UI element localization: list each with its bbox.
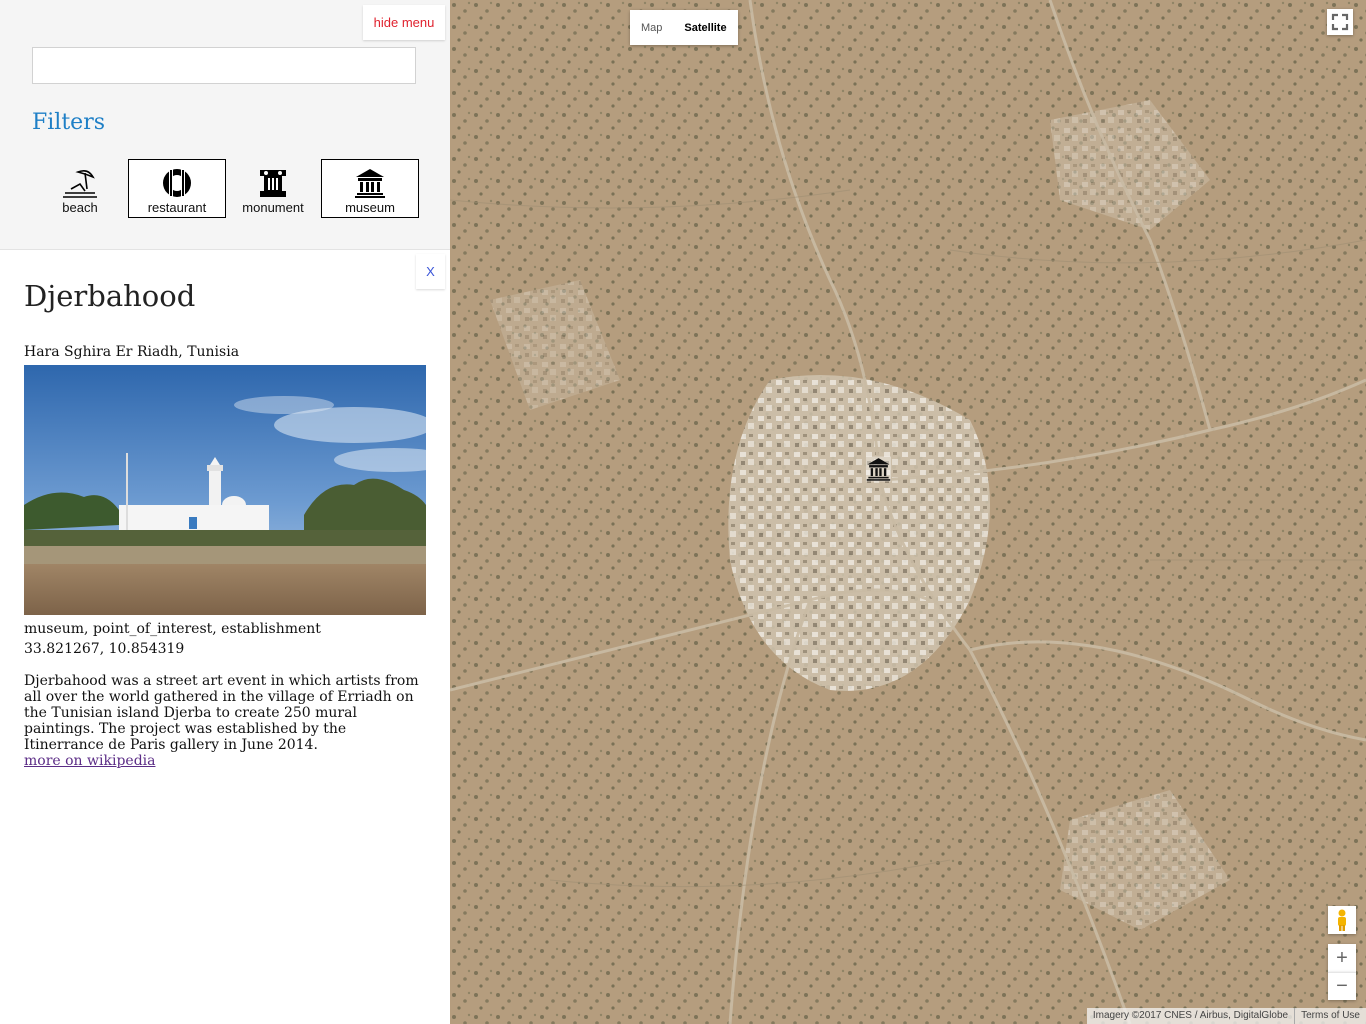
fullscreen-button[interactable]	[1327, 9, 1353, 35]
filter-museum[interactable]: museum	[321, 159, 419, 218]
place-description: Djerbahood was a street art event in whi…	[24, 673, 419, 753]
map-type-map-button[interactable]: Map	[630, 10, 674, 45]
filter-restaurant[interactable]: restaurant	[128, 159, 226, 218]
map-attribution: Imagery ©2017 CNES / Airbus, DigitalGlob…	[1086, 1008, 1366, 1024]
museum-marker-icon[interactable]	[866, 456, 891, 482]
zoom-in-button[interactable]: +	[1328, 944, 1356, 972]
hide-menu-button[interactable]: hide menu	[363, 5, 445, 40]
museum-icon	[355, 168, 385, 198]
beach-umbrella-icon	[63, 169, 97, 198]
place-coordinates: 33.821267, 10.854319	[24, 641, 185, 657]
search-input[interactable]	[32, 47, 416, 84]
place-address: Hara Sghira Er Riadh, Tunisia	[24, 344, 240, 360]
filter-label: beach	[62, 199, 98, 215]
filter-beach[interactable]: beach	[31, 159, 129, 218]
map-type-satellite-button[interactable]: Satellite	[673, 10, 738, 45]
filter-monument[interactable]: monument	[224, 159, 322, 218]
fullscreen-icon	[1331, 13, 1349, 31]
imagery-attribution: Imagery ©2017 CNES / Airbus, DigitalGlob…	[1086, 1008, 1295, 1024]
sidebar: hide menu Filters beach restaurant monum…	[0, 0, 450, 1024]
cutlery-icon	[163, 168, 191, 197]
wikipedia-link[interactable]: more on wikipedia	[24, 753, 155, 769]
column-icon	[260, 169, 286, 197]
street-view-pegman-button[interactable]	[1328, 906, 1356, 934]
filter-label: restaurant	[147, 199, 207, 215]
terms-of-use-link[interactable]: Terms of Use	[1294, 1008, 1366, 1024]
filter-label: monument	[242, 199, 304, 215]
map[interactable]: Map Satellite + − Imagery ©2017 CNES / A…	[450, 0, 1366, 1024]
pegman-icon	[1338, 909, 1346, 931]
place-types: museum, point_of_interest, establishment	[24, 621, 321, 637]
place-photo	[24, 365, 426, 615]
filter-label: museum	[345, 199, 395, 215]
place-title: Djerbahood	[24, 279, 196, 313]
map-type-control: Map Satellite	[630, 10, 738, 45]
menu-panel: hide menu Filters beach restaurant monum…	[0, 0, 450, 250]
satellite-imagery	[450, 0, 1366, 1024]
close-detail-button[interactable]: X	[416, 254, 445, 289]
filters-title: Filters	[32, 110, 106, 135]
zoom-out-button[interactable]: −	[1328, 972, 1356, 1000]
